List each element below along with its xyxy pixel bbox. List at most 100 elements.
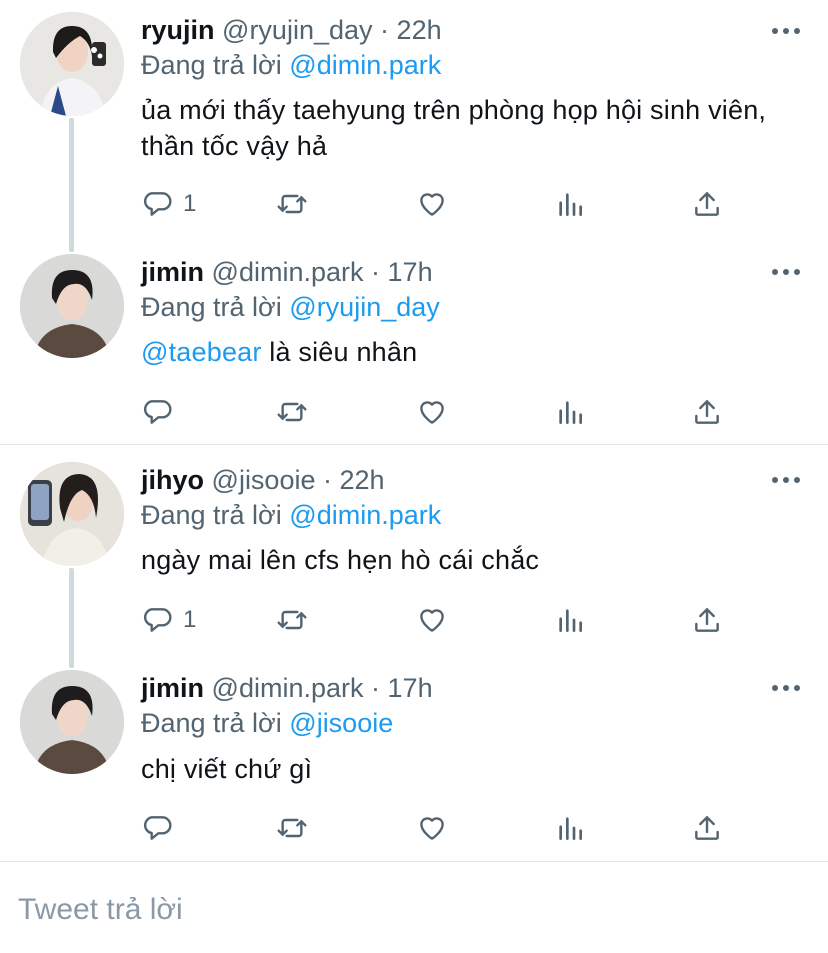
separator-dot: · — [371, 257, 381, 287]
avatar-ryujin-image — [20, 12, 124, 116]
tweet-actions — [141, 395, 741, 429]
like-icon — [420, 193, 444, 216]
reply-icon — [143, 192, 172, 216]
like-icon — [420, 817, 444, 840]
like-button[interactable] — [416, 395, 448, 429]
like-button[interactable] — [416, 811, 448, 845]
tweet-actions: 1 — [141, 603, 741, 637]
author-handle[interactable]: @dimin.park — [212, 257, 364, 287]
separator-dot: · — [371, 673, 381, 703]
tweet-actions — [141, 811, 741, 845]
tweet-header: jimin @dimin.park · 17h — [141, 256, 433, 288]
thread-divider — [0, 444, 828, 445]
like-icon — [420, 401, 444, 424]
like-icon — [420, 609, 444, 632]
avatar-jimin-image — [20, 670, 124, 774]
author-name[interactable]: jihyo — [141, 465, 204, 495]
analytics-button[interactable] — [554, 395, 586, 429]
share-icon — [695, 400, 719, 424]
share-icon — [695, 816, 719, 840]
retweet-icon — [277, 402, 307, 422]
reply-count: 1 — [183, 190, 197, 217]
retweet-icon — [277, 610, 307, 630]
analytics-icon — [559, 817, 582, 840]
reply-icon — [143, 400, 172, 424]
reply-compose-input[interactable]: Tweet trả lời — [18, 893, 183, 927]
author-handle[interactable]: @ryujin_day — [222, 15, 372, 45]
share-button[interactable] — [691, 187, 723, 221]
share-icon — [695, 608, 719, 632]
retweet-icon — [277, 194, 307, 214]
reply-button[interactable] — [141, 395, 183, 429]
author-name[interactable]: jimin — [141, 257, 204, 287]
tweet-text: @taebear là siêu nhân — [141, 334, 781, 370]
replying-to: Đang trả lời @dimin.park — [141, 499, 441, 531]
replying-to-mention[interactable]: @dimin.park — [289, 500, 441, 530]
tweet-header: ryujin @ryujin_day · 22h — [141, 14, 442, 46]
replying-to-prefix: Đang trả lời — [141, 708, 282, 738]
author-name[interactable]: jimin — [141, 673, 204, 703]
author-handle[interactable]: @dimin.park — [212, 673, 364, 703]
avatar-jihyo-image — [20, 462, 124, 566]
timestamp[interactable]: 22h — [397, 15, 442, 45]
analytics-icon — [559, 193, 582, 216]
compose-divider — [0, 861, 828, 862]
author-name[interactable]: ryujin — [141, 15, 215, 45]
analytics-icon — [559, 609, 582, 632]
reply-icon — [143, 816, 172, 840]
replying-to-mention[interactable]: @jisooie — [289, 708, 393, 738]
replying-to: Đang trả lời @jisooie — [141, 707, 393, 739]
timestamp[interactable]: 22h — [340, 465, 385, 495]
avatar-jimin-image — [20, 254, 124, 358]
tweet-header: jihyo @jisooie · 22h — [141, 464, 385, 496]
reply-button[interactable]: 1 — [141, 187, 196, 221]
share-button[interactable] — [691, 603, 723, 637]
timestamp[interactable]: 17h — [388, 257, 433, 287]
thread-connector-line — [69, 118, 74, 252]
share-button[interactable] — [691, 811, 723, 845]
retweet-button[interactable] — [276, 603, 308, 637]
timestamp[interactable]: 17h — [388, 673, 433, 703]
analytics-button[interactable] — [554, 811, 586, 845]
replying-to: Đang trả lời @dimin.park — [141, 49, 441, 81]
like-button[interactable] — [416, 603, 448, 637]
separator-dot: · — [323, 465, 332, 495]
tweet-header: jimin @dimin.park · 17h — [141, 672, 433, 704]
tweet-text: chị viết chứ gì — [141, 754, 313, 784]
retweet-button[interactable] — [276, 187, 308, 221]
separator-dot: · — [380, 15, 390, 45]
replying-to-mention[interactable]: @dimin.park — [289, 50, 441, 80]
retweet-icon — [277, 818, 307, 838]
reply-button[interactable]: 1 — [141, 603, 196, 637]
analytics-button[interactable] — [554, 187, 586, 221]
mention-link[interactable]: @taebear — [141, 337, 262, 367]
analytics-button[interactable] — [554, 603, 586, 637]
retweet-button[interactable] — [276, 811, 308, 845]
reply-button[interactable] — [141, 811, 183, 845]
retweet-button[interactable] — [276, 395, 308, 429]
author-handle[interactable]: @jisooie — [212, 465, 316, 495]
replying-to: Đang trả lời @ryujin_day — [141, 291, 440, 323]
like-button[interactable] — [416, 187, 448, 221]
tweet-text-content: là siêu nhân — [269, 337, 418, 367]
replying-to-mention[interactable]: @ryujin_day — [289, 292, 439, 322]
thread-connector-line — [69, 568, 74, 668]
more-icon[interactable] — [772, 268, 800, 276]
avatar-jimin[interactable] — [20, 254, 124, 358]
share-icon — [695, 192, 719, 216]
more-icon[interactable] — [772, 27, 800, 35]
analytics-icon — [559, 401, 582, 424]
reply-icon — [143, 608, 172, 632]
avatar-ryujin[interactable] — [20, 12, 124, 116]
more-icon[interactable] — [772, 684, 800, 692]
share-button[interactable] — [691, 395, 723, 429]
replying-to-prefix: Đang trả lời — [141, 50, 282, 80]
tweet-actions: 1 — [141, 187, 741, 221]
reply-count: 1 — [183, 606, 197, 633]
tweet-text: ủa mới thấy taehyung trên phòng họp hội … — [141, 95, 767, 161]
avatar-jimin[interactable] — [20, 670, 124, 774]
avatar-jihyo[interactable] — [20, 462, 124, 566]
replying-to-prefix: Đang trả lời — [141, 292, 282, 322]
more-icon[interactable] — [772, 476, 800, 484]
tweet-text: ngày mai lên cfs hẹn hò cái chắc — [141, 545, 540, 575]
